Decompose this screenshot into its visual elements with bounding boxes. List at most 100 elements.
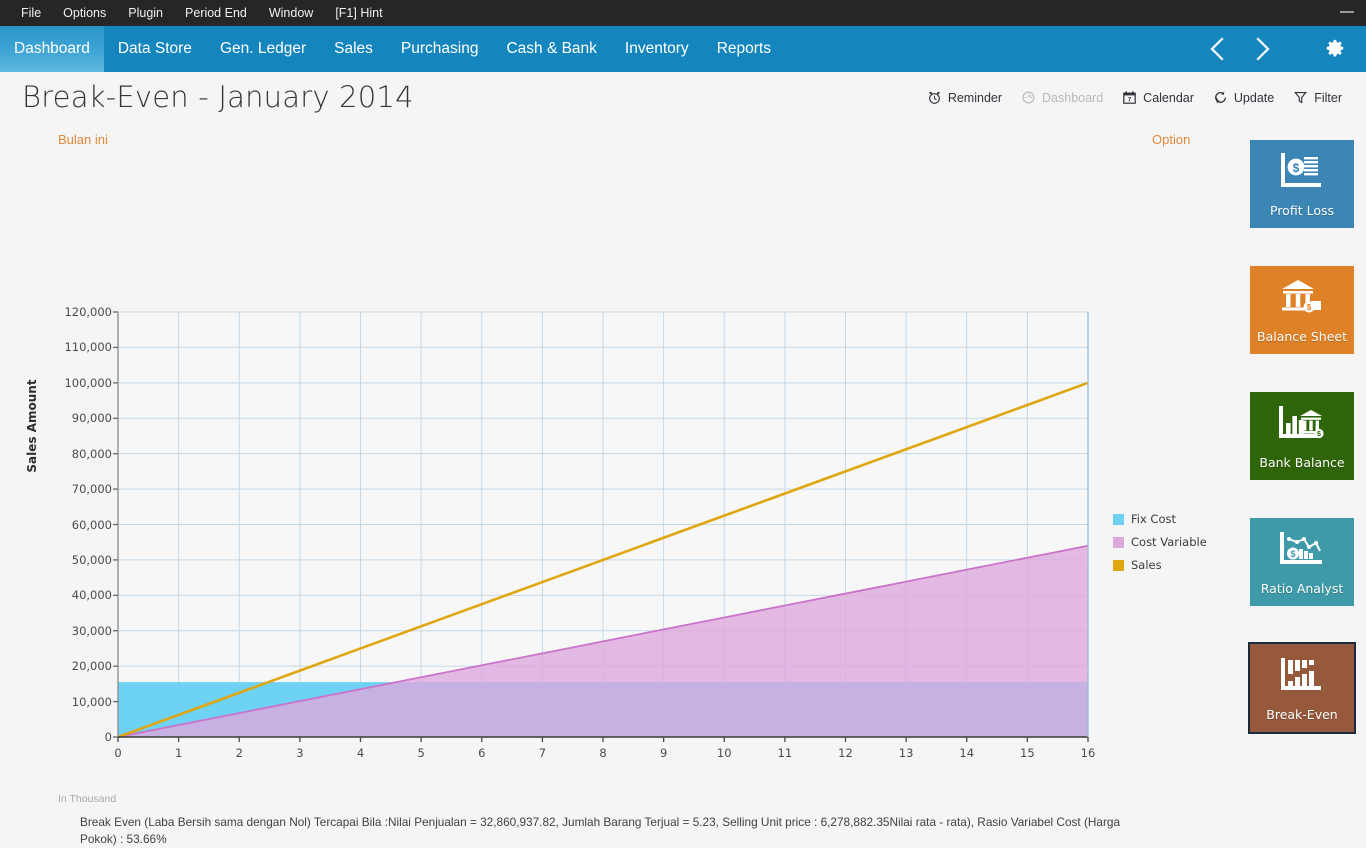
x-tick-label: 8 [599, 746, 607, 760]
svg-text:$: $ [1307, 303, 1312, 312]
x-tick-label: 12 [838, 746, 853, 760]
application-menu-bar: File Options Plugin Period End Window [F… [0, 0, 1366, 26]
tile-label: Profit Loss [1270, 203, 1334, 218]
x-tick-label: 7 [538, 746, 547, 760]
tab-data-store[interactable]: Data Store [104, 26, 206, 72]
menu-item-options[interactable]: Options [52, 0, 117, 26]
menu-item-file[interactable]: File [10, 0, 52, 26]
legend-label: Fix Cost [1131, 512, 1177, 526]
reminder-button[interactable]: Reminder [927, 90, 1002, 105]
x-tick-label: 10 [716, 746, 732, 760]
x-tick-label: 0 [114, 746, 122, 760]
y-tick-label: 100,000 [64, 375, 112, 390]
tab-sales[interactable]: Sales [320, 26, 387, 72]
chevron-right-icon[interactable] [1240, 26, 1286, 72]
tile-label: Balance Sheet [1257, 329, 1347, 344]
ribbon-nav-group [1194, 26, 1366, 72]
tile-ratio-analyst[interactable]: $ Ratio Analyst [1250, 518, 1354, 606]
y-tick-label: 50,000 [71, 552, 112, 567]
legend-swatch [1113, 513, 1124, 525]
tab-reports[interactable]: Reports [703, 26, 785, 72]
break-even-icon [1278, 655, 1326, 700]
legend-item[interactable]: Fix Cost [1113, 512, 1207, 526]
x-tick-label: 4 [356, 746, 365, 760]
header-toolbar: Reminder Dashboard 7 Calendar Update Fil… [927, 90, 1342, 105]
menu-item-plugin[interactable]: Plugin [117, 0, 174, 26]
x-tick-label: 9 [659, 746, 668, 760]
page-header: Break-Even - January 2014 Reminder Dashb… [0, 72, 1366, 126]
x-tick-label: 15 [1020, 746, 1035, 760]
legend-item[interactable]: Sales [1113, 558, 1207, 572]
tab-dashboard[interactable]: Dashboard [0, 26, 104, 72]
filter-label: Filter [1314, 90, 1342, 105]
chart-region: Bulan ini Option Sales Amount Sold Goods… [0, 126, 1366, 846]
tab-gen-ledger[interactable]: Gen. Ledger [206, 26, 320, 72]
x-tick-label: 5 [417, 746, 425, 760]
tile-bank-balance[interactable]: $ Bank Balance [1250, 392, 1354, 480]
alarm-clock-icon [927, 90, 942, 105]
funnel-icon [1293, 90, 1308, 105]
calendar-button[interactable]: 7 Calendar [1122, 90, 1194, 105]
option-link[interactable]: Option [1152, 132, 1190, 147]
profit-loss-icon: $ [1279, 151, 1325, 196]
svg-text:$: $ [1317, 431, 1321, 438]
svg-text:$: $ [1290, 549, 1295, 559]
gauge-icon [1021, 90, 1036, 105]
svg-text:$: $ [1293, 161, 1300, 175]
dashboard-label: Dashboard [1042, 90, 1104, 105]
tile-profit-loss[interactable]: $ Profit Loss [1250, 140, 1354, 228]
minimize-icon[interactable] [1340, 11, 1354, 13]
legend-swatch [1113, 559, 1124, 571]
unit-note: In Thousand [58, 793, 117, 805]
shortcut-tile-panel: $ Profit Loss $ Balance Sheet $ Bank Balance $… [1238, 140, 1366, 770]
plot-area: 0 10,000 20,000 30,000 40,000 50,000 60,000 70,… [0, 126, 1120, 760]
y-tick-label: 90,000 [71, 411, 112, 426]
dashboard-button[interactable]: Dashboard [1021, 90, 1103, 105]
x-tick-label: 1 [174, 746, 183, 760]
menu-item-period-end[interactable]: Period End [174, 0, 258, 26]
legend-item[interactable]: Cost Variable [1113, 535, 1207, 549]
legend-label: Cost Variable [1131, 535, 1207, 549]
tile-label: Bank Balance [1259, 455, 1345, 470]
tile-label: Ratio Analyst [1260, 581, 1344, 596]
y-tick-label: 30,000 [71, 623, 112, 638]
reminder-label: Reminder [947, 90, 1003, 105]
y-tick-label: 70,000 [71, 482, 112, 497]
filter-button[interactable]: Filter [1293, 90, 1342, 105]
svg-text:7: 7 [1128, 97, 1132, 103]
x-tick-label: 2 [235, 746, 243, 760]
bank-balance-icon: $ [1277, 403, 1327, 448]
x-tick-label: 13 [898, 746, 914, 760]
calendar-label: Calendar [1143, 90, 1194, 105]
chevron-left-icon[interactable] [1194, 26, 1240, 72]
legend-label: Sales [1131, 558, 1162, 572]
x-tick-label: 14 [959, 746, 975, 760]
tab-inventory[interactable]: Inventory [611, 26, 703, 72]
x-tick-label: 11 [777, 746, 793, 760]
y-tick-label: 80,000 [71, 446, 112, 461]
y-tick-label: 110,000 [64, 340, 112, 355]
tile-break-even[interactable]: Break-Even [1248, 642, 1356, 734]
y-tick-label: 120,000 [64, 305, 112, 319]
legend-swatch [1113, 536, 1124, 548]
menu-item-f1-hint[interactable]: [F1] Hint [324, 0, 393, 26]
menu-item-window[interactable]: Window [258, 0, 324, 26]
balance-sheet-icon: $ [1278, 277, 1326, 322]
update-button[interactable]: Update [1213, 90, 1274, 105]
refresh-icon [1213, 90, 1228, 105]
tile-label: Break-Even [1266, 707, 1338, 722]
tab-purchasing[interactable]: Purchasing [387, 26, 493, 72]
y-tick-label: 60,000 [71, 517, 112, 532]
gear-icon[interactable] [1312, 26, 1358, 72]
x-tick-label: 3 [296, 746, 304, 760]
page-title: Break-Even - January 2014 [22, 80, 414, 114]
break-even-chart[interactable] [0, 126, 1120, 786]
main-navigation-ribbon: Dashboard Data Store Gen. Ledger Sales P… [0, 26, 1366, 72]
tile-balance-sheet[interactable]: $ Balance Sheet [1250, 266, 1354, 354]
ratio-analyst-icon: $ [1278, 529, 1326, 574]
y-tick-label: 0 [104, 730, 112, 744]
y-tick-label: 20,000 [71, 659, 112, 674]
chart-legend: Fix Cost Cost Variable Sales [1113, 512, 1207, 581]
y-tick-label: 10,000 [71, 694, 112, 709]
tab-cash-and-bank[interactable]: Cash & Bank [492, 26, 610, 72]
